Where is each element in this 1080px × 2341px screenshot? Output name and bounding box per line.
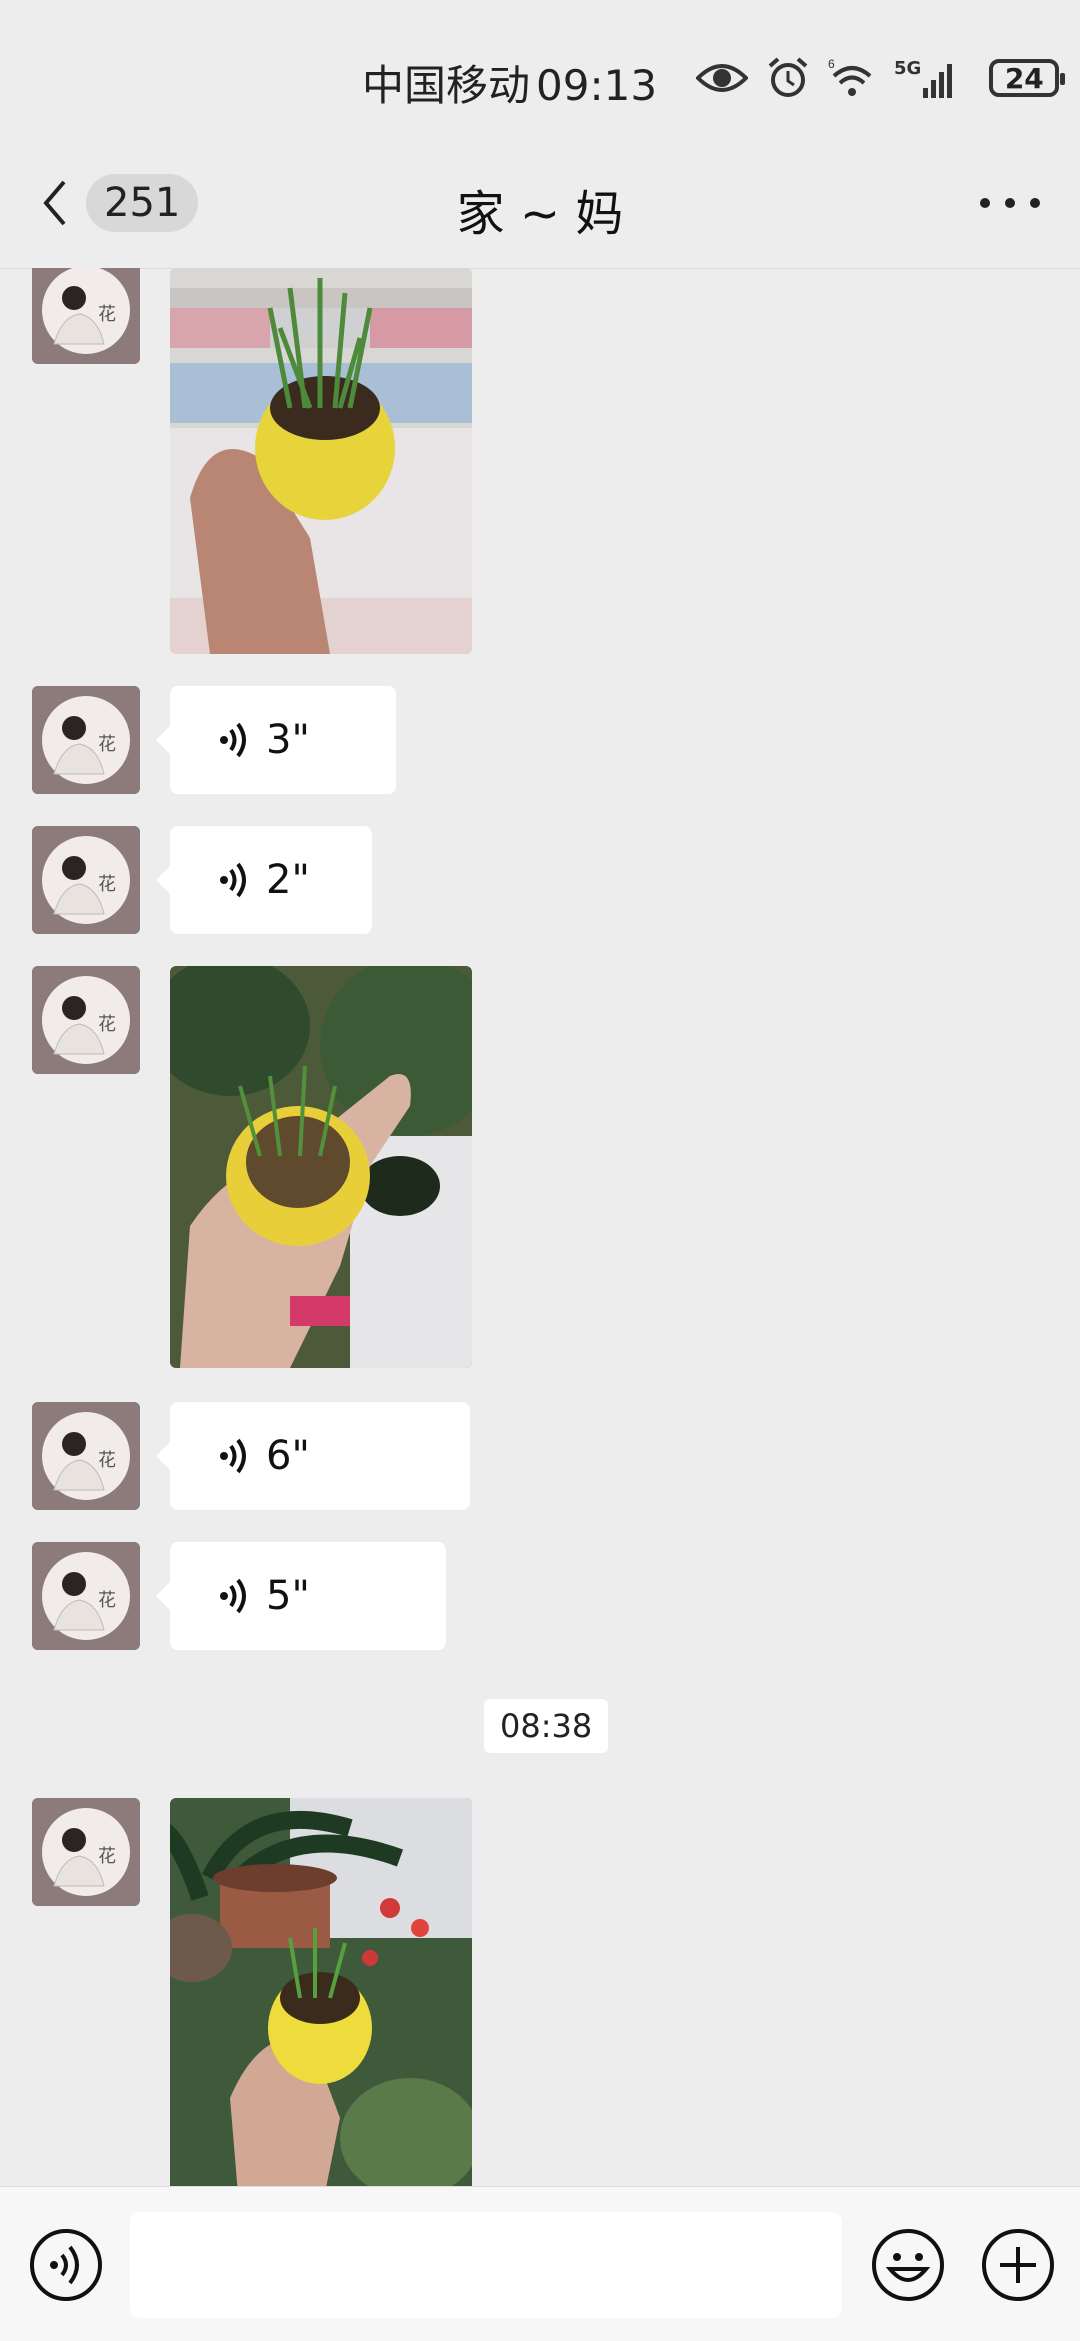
alarm-icon	[768, 57, 808, 97]
voice-wave-icon	[220, 1438, 246, 1474]
avatar-image: 花	[32, 1798, 140, 1906]
eye-icon	[696, 64, 748, 92]
avatar-label: 花	[98, 1450, 116, 1471]
clock: 09:13	[536, 61, 658, 110]
dot	[1030, 198, 1040, 208]
voice-wave-icon	[220, 862, 246, 898]
plant-photo	[170, 1798, 472, 2186]
message-input[interactable]	[130, 2212, 842, 2318]
contact-avatar[interactable]: 花	[32, 268, 140, 364]
avatar-image: 花	[32, 826, 140, 934]
wifi-icon: 6	[828, 57, 872, 96]
voice-message[interactable]: 6"	[156, 1402, 470, 1510]
avatar-label: 花	[98, 1014, 116, 1035]
contact-avatar[interactable]: 花	[32, 966, 140, 1074]
message-list[interactable]: 花 花 3" 花 2" 花 花 6" 花 5" 08:38 花	[0, 268, 1080, 2186]
more-options-button[interactable]	[980, 178, 1040, 228]
avatar-label: 花	[98, 874, 116, 895]
battery-icon: 24	[989, 59, 1066, 97]
avatar-label: 花	[98, 304, 116, 325]
voice-wave-icon	[220, 722, 246, 758]
contact-avatar[interactable]: 花	[32, 1402, 140, 1510]
voice-message[interactable]: 3"	[156, 686, 396, 794]
voice-message[interactable]: 5"	[156, 1542, 446, 1650]
image-message[interactable]	[170, 966, 472, 1368]
carrier-time: 中国移动 09:13	[362, 52, 663, 113]
chat-header: 251 家 ~ 妈	[0, 150, 1080, 269]
plant-photo	[170, 966, 472, 1368]
contact-avatar[interactable]: 花	[32, 1542, 140, 1650]
voice-duration: 5"	[266, 1573, 310, 1619]
emoji-icon[interactable]	[870, 2227, 946, 2303]
voice-duration: 2"	[266, 857, 310, 903]
chat-title: 家 ~ 妈	[456, 186, 624, 242]
avatar-label: 花	[98, 1590, 116, 1611]
signal-bars-icon	[923, 64, 953, 98]
avatar-image: 花	[32, 268, 140, 364]
image-message[interactable]	[170, 1798, 472, 2186]
network-type: 5G	[894, 58, 922, 79]
avatar-image: 花	[32, 966, 140, 1074]
contact-avatar[interactable]: 花	[32, 826, 140, 934]
input-bar	[0, 2186, 1080, 2341]
voice-duration: 3"	[266, 717, 310, 763]
plus-icon[interactable]	[980, 2227, 1056, 2303]
voice-message[interactable]: 2"	[156, 826, 372, 934]
avatar-image: 花	[32, 1402, 140, 1510]
dot	[1005, 198, 1015, 208]
svg-text:6: 6	[828, 57, 835, 71]
voice-wave-icon	[220, 1578, 246, 1614]
avatar-label: 花	[98, 1846, 116, 1867]
avatar-image: 花	[32, 686, 140, 794]
contact-avatar[interactable]: 花	[32, 1798, 140, 1906]
message-timestamp: 08:38	[484, 1699, 609, 1753]
dot	[980, 198, 990, 208]
image-message[interactable]	[170, 268, 472, 654]
avatar-label: 花	[98, 734, 116, 755]
avatar-image: 花	[32, 1542, 140, 1650]
plant-photo	[170, 268, 472, 654]
carrier-name: 中国移动	[362, 61, 531, 110]
status-bar: 中国移动 09:13 6 5G 24	[0, 0, 1080, 150]
cell-signal: 5G	[894, 58, 971, 98]
contact-avatar[interactable]: 花	[32, 686, 140, 794]
status-icons: 6 5G 24	[696, 52, 1066, 104]
voice-input-toggle-icon[interactable]	[28, 2227, 104, 2303]
voice-duration: 6"	[266, 1433, 310, 1479]
